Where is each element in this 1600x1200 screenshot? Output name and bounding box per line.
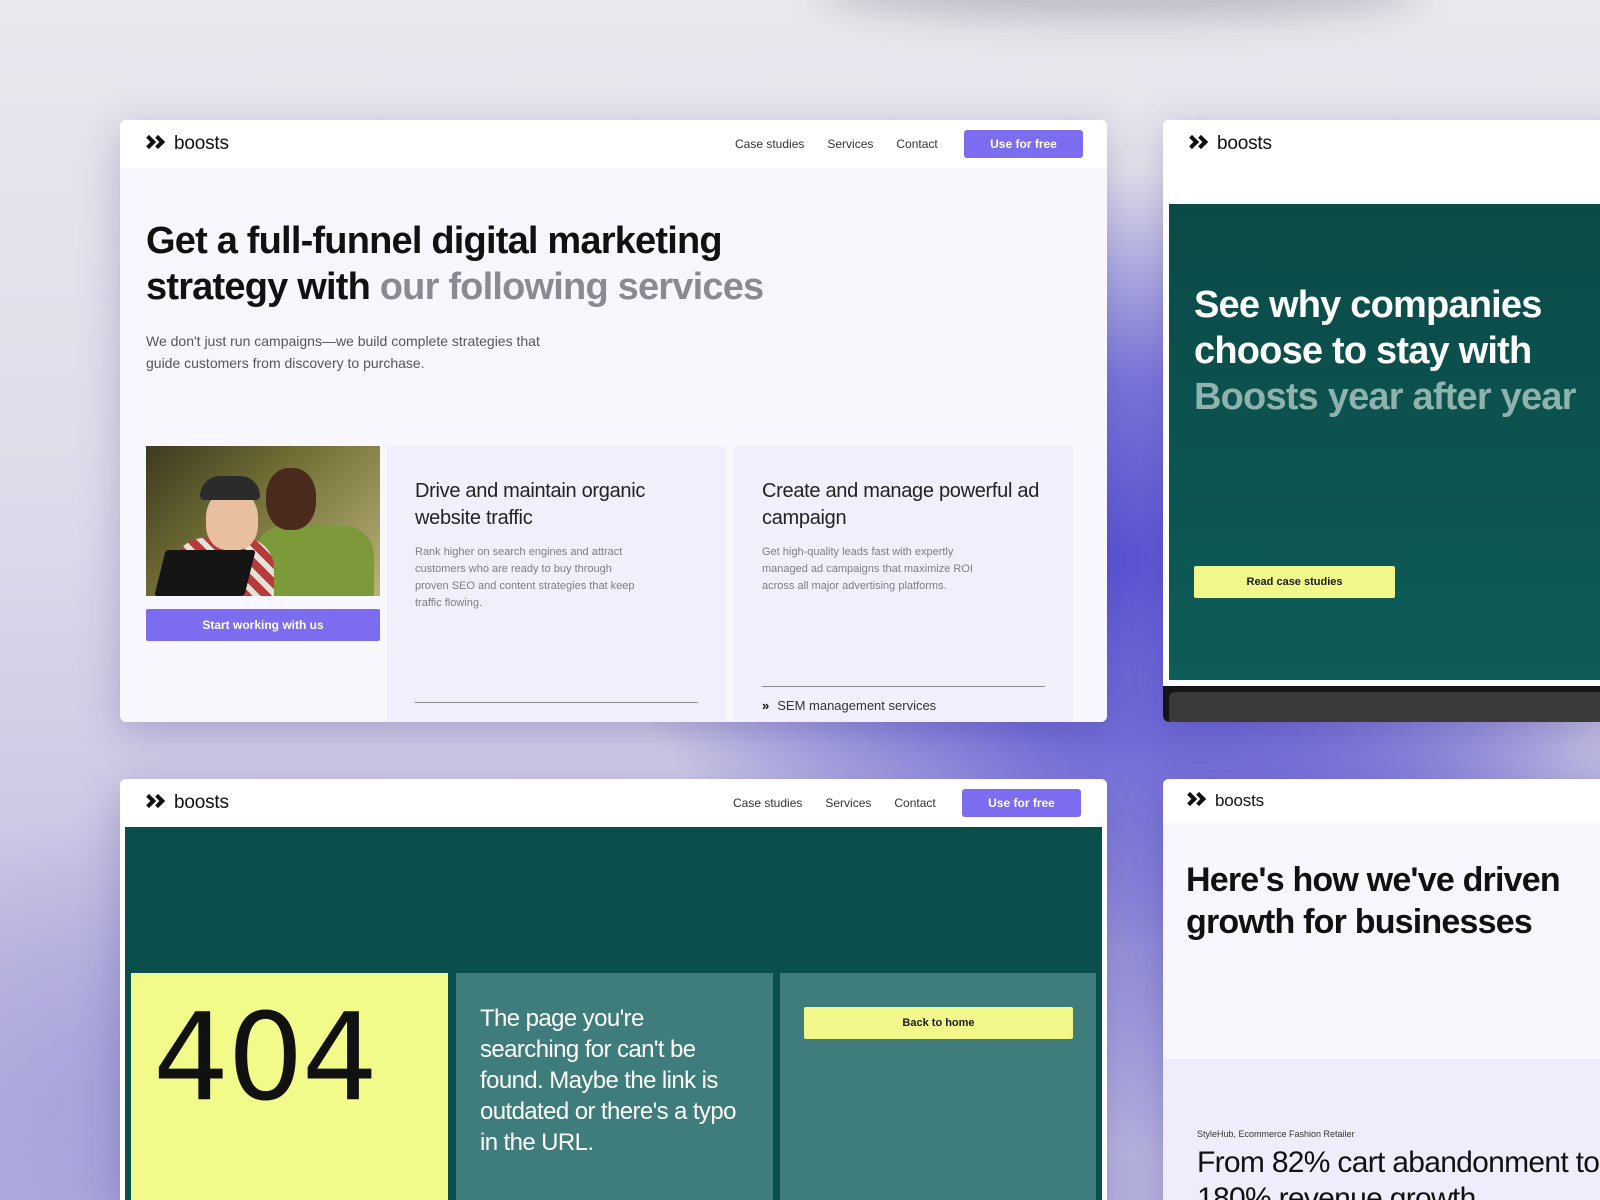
case-study-card[interactable]: StyleHub, Ecommerce Fashion Retailer Fro…: [1163, 1059, 1600, 1200]
use-for-free-button[interactable]: Use for free: [962, 789, 1081, 817]
page-subtitle: We don't just run campaigns—we build com…: [146, 333, 540, 371]
service-link-label: SEM management services: [777, 698, 937, 713]
service-link-sem[interactable]: » SEM management services: [762, 698, 936, 713]
error-page-card: boosts Case studies Services Contact Use…: [120, 779, 1107, 1200]
brand-name: boosts: [1217, 133, 1272, 154]
nav-link-contact[interactable]: Contact: [894, 796, 935, 810]
headline-muted: our following services: [379, 266, 764, 308]
error-message-panel: The page you're searching for can't be f…: [456, 973, 773, 1200]
double-chevron-icon: [1184, 134, 1211, 152]
top-nav: boosts: [1163, 779, 1600, 823]
nav-link-case-studies[interactable]: Case studies: [735, 137, 804, 151]
team-photo: [146, 446, 380, 596]
growth-headline: Here's how we've driven growth for busin…: [1186, 861, 1561, 941]
use-for-free-button[interactable]: Use for free: [964, 130, 1083, 158]
double-chevron-icon: [141, 793, 168, 811]
service-card-title: Create and manage powerful ad campaign: [762, 480, 1040, 529]
case-stat: From 82% cart abandonment to 180% revenu…: [1197, 1146, 1600, 1200]
service-card-organic[interactable]: Drive and maintain organic website traff…: [387, 446, 726, 722]
top-nav: boosts: [1163, 120, 1600, 168]
double-chevron-icon: [141, 134, 168, 152]
divider: [415, 702, 698, 703]
service-card-body: Rank higher on search engines and attrac…: [415, 546, 635, 609]
brand-name: boosts: [1215, 791, 1264, 810]
nav-links: Case studies Services Contact: [733, 796, 936, 810]
service-card-ads[interactable]: Create and manage powerful ad campaign G…: [734, 446, 1073, 722]
back-to-home-button[interactable]: Back to home: [804, 1007, 1073, 1039]
nav-link-case-studies[interactable]: Case studies: [733, 796, 802, 810]
page-title: Get a full-funnel digital marketing stra…: [146, 218, 826, 310]
brand-logo[interactable]: boosts: [1182, 791, 1264, 811]
service-card-title: Drive and maintain organic website traff…: [415, 480, 646, 529]
case-headline: See why companies choose to stay with Bo…: [1194, 282, 1600, 420]
nav-link-services[interactable]: Services: [827, 137, 873, 151]
brand-logo[interactable]: boosts: [1184, 133, 1272, 155]
next-section: [1163, 686, 1600, 722]
brand-name: boosts: [174, 133, 229, 154]
client-tag: StyleHub, Ecommerce Fashion Retailer: [1197, 1129, 1355, 1139]
read-case-studies-button[interactable]: Read case studies: [1194, 566, 1395, 598]
headline-main: See why companies choose to stay with: [1194, 284, 1542, 372]
double-chevron-icon: »: [762, 698, 770, 713]
nav-links: Case studies Services Contact: [735, 137, 938, 151]
nav-link-services[interactable]: Services: [825, 796, 871, 810]
divider: [762, 686, 1045, 687]
growth-page-card: boosts Here's how we've driven growth fo…: [1163, 779, 1600, 1200]
case-hero: See why companies choose to stay with Bo…: [1169, 204, 1600, 680]
brand-logo[interactable]: boosts: [141, 133, 229, 155]
headline-muted: Boosts year after year: [1194, 376, 1576, 418]
top-nav: boosts Case studies Services Contact Use…: [120, 779, 1107, 827]
case-studies-page-card: boosts See why companies choose to stay …: [1163, 120, 1600, 722]
error-code-panel: 404: [131, 973, 448, 1200]
error-action-panel: Back to home: [780, 973, 1096, 1200]
double-chevron-icon: [1182, 791, 1209, 809]
start-working-button[interactable]: Start working with us: [146, 609, 380, 641]
error-code: 404: [153, 989, 378, 1128]
brand-name: boosts: [174, 792, 229, 813]
services-page-card: boosts Case studies Services Contact Use…: [120, 120, 1107, 722]
brand-logo[interactable]: boosts: [141, 792, 229, 814]
service-card-body: Get high-quality leads fast with expertl…: [762, 546, 973, 592]
nav-link-contact[interactable]: Contact: [896, 137, 937, 151]
error-message: The page you're searching for can't be f…: [480, 1005, 736, 1156]
top-nav: boosts Case studies Services Contact Use…: [120, 120, 1107, 168]
